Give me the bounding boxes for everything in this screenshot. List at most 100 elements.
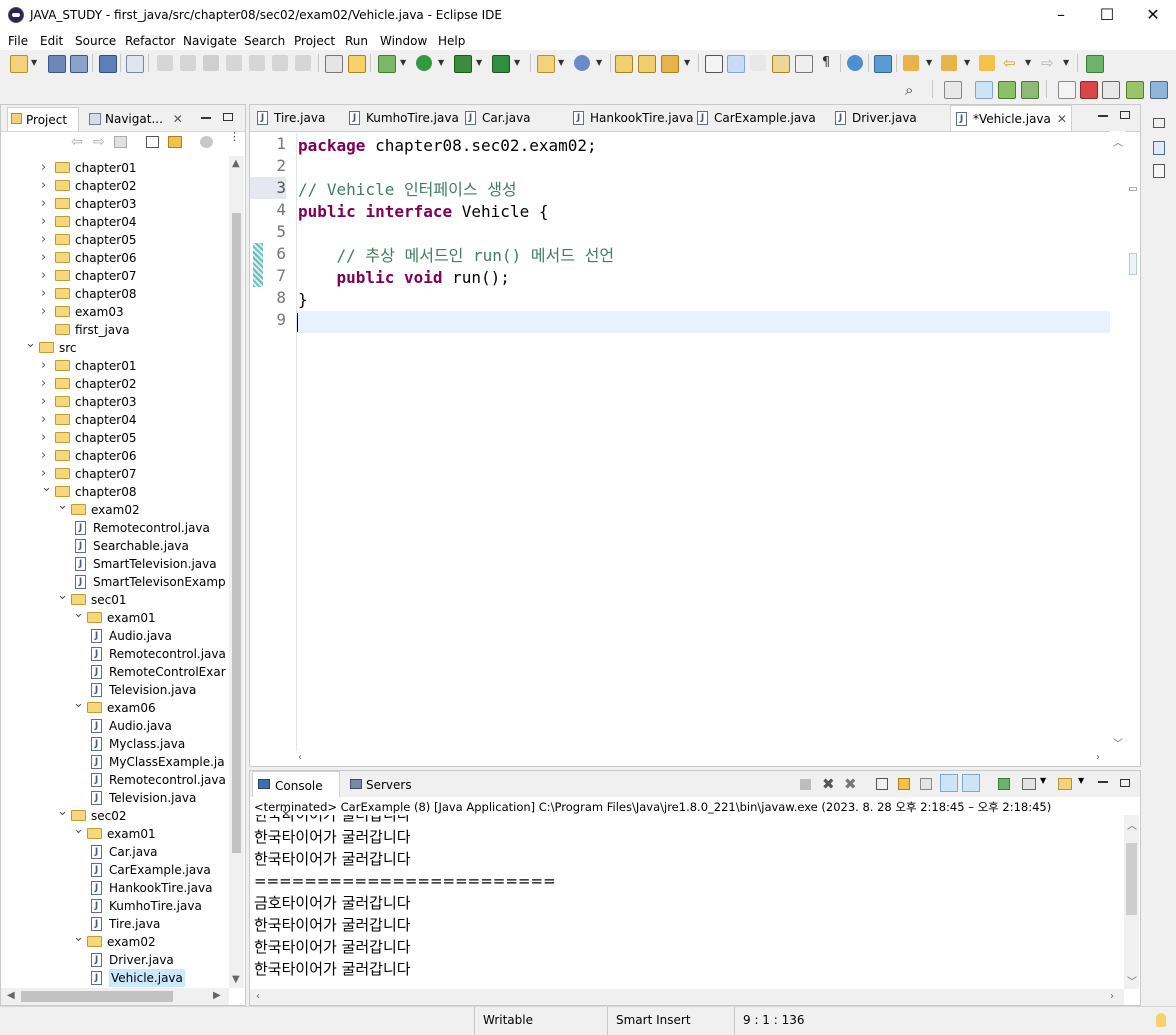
tree-file-item[interactable]: J Vehicle.java (1, 969, 229, 987)
forward-arrow-icon[interactable]: ⇨ (1041, 55, 1057, 71)
collapse-chevron-icon[interactable]: ⌄ (57, 803, 68, 821)
new-java-project-dropdown-icon[interactable]: ▼ (558, 55, 566, 71)
expand-chevron-icon[interactable]: › (41, 429, 51, 447)
minimize-button[interactable]: – (1038, 0, 1084, 30)
collapse-chevron-icon[interactable]: ⌄ (57, 497, 68, 515)
expand-chevron-icon[interactable]: › (41, 195, 51, 213)
menu-refactor[interactable]: Refactor (125, 33, 175, 49)
save-all-icon[interactable] (70, 55, 88, 73)
collapse-chevron-icon[interactable]: ⌄ (73, 695, 84, 713)
scroll-down-icon[interactable]: ▼ (232, 974, 240, 985)
overview-marker[interactable] (1129, 187, 1137, 191)
run-dropdown-icon[interactable]: ▼ (438, 55, 446, 71)
tree-file-item[interactable]: J Tire.java (1, 915, 229, 933)
problems-icon[interactable] (1126, 81, 1144, 99)
new-java-project-icon[interactable] (537, 55, 555, 73)
close-icon[interactable]: ✕ (173, 112, 183, 126)
menu-project[interactable]: Project (294, 33, 335, 49)
editor-tab[interactable]: J *Vehicle.java ✕ (950, 105, 1072, 131)
show-on-stderr-icon[interactable] (962, 774, 980, 792)
toggle-highlight-icon[interactable] (727, 55, 745, 73)
search-toolbar-icon[interactable] (661, 55, 679, 73)
show-on-stdout-icon[interactable] (940, 774, 958, 792)
close-button[interactable]: ✕ (1130, 0, 1176, 30)
minimize-view-icon[interactable] (201, 117, 211, 119)
open-type-icon[interactable] (615, 55, 633, 73)
tree-file-item[interactable]: J RemoteControlExar (1, 663, 229, 681)
collapse-all-icon[interactable] (146, 136, 159, 148)
scroll-right-icon[interactable]: › (1110, 991, 1114, 1002)
overview-thumb[interactable] (1129, 253, 1137, 275)
tree-folder-item[interactable]: › chapter05 (1, 231, 229, 249)
menu-run[interactable]: Run (345, 33, 368, 49)
expand-chevron-icon[interactable]: › (41, 267, 51, 285)
tree-file-item[interactable]: J CarExample.java (1, 861, 229, 879)
expand-chevron-icon[interactable]: › (41, 231, 51, 249)
expand-chevron-icon[interactable]: › (41, 393, 51, 411)
scroll-up-icon[interactable]: ︿ (1127, 817, 1137, 832)
minimize-console-icon[interactable] (1098, 781, 1108, 783)
expand-chevron-icon[interactable]: › (41, 213, 51, 231)
menu-window[interactable]: Window (380, 33, 427, 49)
maximize-view-icon[interactable] (223, 113, 233, 121)
next-annotation-icon[interactable] (903, 55, 919, 71)
code-line[interactable]: public interface Vehicle { (297, 201, 1110, 223)
tree-folder-item[interactable]: ⌄ sec01 (1, 588, 229, 609)
scroll-left-icon[interactable]: ◀ (7, 990, 15, 1001)
minimize-editor-icon[interactable] (1098, 115, 1108, 117)
collapse-chevron-icon[interactable]: ⌄ (73, 821, 84, 839)
tree-file-item[interactable]: J Remotecontrol.java (1, 519, 229, 537)
code-line[interactable] (297, 311, 1110, 333)
external-tools-icon[interactable] (492, 55, 510, 73)
tree-folder-item[interactable]: ⌄ chapter08 (1, 480, 229, 501)
menu-file[interactable]: File (8, 33, 28, 49)
tree-file-item[interactable]: J Car.java (1, 843, 229, 861)
tree-file-item[interactable]: J Television.java (1, 681, 229, 699)
forward-dropdown-icon[interactable]: ▼ (1063, 55, 1071, 71)
back-arrow-icon[interactable]: ⇦ (1003, 55, 1019, 71)
tree-folder-item[interactable]: › chapter06 (1, 447, 229, 465)
collapse-chevron-icon[interactable]: ⌄ (73, 929, 84, 947)
collapse-chevron-icon[interactable]: ⌄ (57, 587, 68, 605)
java-perspective-icon[interactable] (975, 81, 993, 99)
scroll-down-icon[interactable]: ﹀ (1127, 973, 1137, 988)
tree-folder-item[interactable]: ⌄ exam02 (1, 930, 229, 951)
tree-file-item[interactable]: J Audio.java (1, 627, 229, 645)
task-view-icon[interactable] (1153, 164, 1165, 178)
code-line[interactable] (297, 157, 1110, 179)
code-line[interactable]: // 추상 메서드인 run() 메서드 선언 (297, 245, 1110, 267)
code-line[interactable]: } (297, 289, 1110, 311)
tree-scroll-thumb[interactable] (232, 213, 241, 853)
coverage-icon[interactable] (454, 55, 472, 73)
tree-file-item[interactable]: J Driver.java (1, 951, 229, 969)
outline-icon[interactable] (1102, 81, 1120, 99)
tree-file-item[interactable]: J SmartTelevisonExamp (1, 573, 229, 591)
display-console-dropdown-icon[interactable]: ▼ (1040, 776, 1046, 785)
code-line[interactable]: // Vehicle 인터페이스 생성 (297, 179, 1110, 201)
new-dropdown-icon[interactable]: ▼ (31, 55, 39, 71)
tree-hscroll-thumb[interactable] (21, 991, 173, 1002)
outline-view-icon[interactable] (1153, 141, 1165, 155)
remove-launch-icon[interactable]: ✖ (822, 775, 835, 793)
link-editor-icon[interactable] (874, 55, 892, 73)
search-dropdown-icon[interactable]: ▼ (684, 55, 692, 71)
close-icon[interactable]: ✕ (1057, 112, 1067, 126)
tree-horizontal-scrollbar[interactable]: ◀ ▶ (1, 988, 229, 1005)
expand-chevron-icon[interactable]: › (41, 411, 51, 429)
debug-dropdown-icon[interactable]: ▼ (400, 55, 408, 71)
tab-project-explorer[interactable]: Project ... (7, 107, 79, 151)
tree-file-item[interactable]: J KumhoTire.java (1, 897, 229, 915)
globe-icon[interactable] (847, 55, 863, 71)
new-java-class-dropdown-icon[interactable]: ▼ (596, 55, 604, 71)
expand-chevron-icon[interactable]: › (41, 447, 51, 465)
console-scroll-thumb[interactable] (1126, 843, 1137, 915)
open-perspective-icon[interactable] (944, 81, 962, 99)
console-output[interactable]: 한국타이어가 굴러갑니다 한국타이어가 굴러갑니다 한국타이어가 굴러갑니다 ====… (250, 815, 1124, 989)
last-edit-location-icon[interactable] (979, 55, 995, 71)
tree-folder-item[interactable]: › chapter03 (1, 393, 229, 411)
tree-file-item[interactable]: J Television.java (1, 789, 229, 807)
tree-file-item[interactable]: J Audio.java (1, 717, 229, 735)
tree-folder-item[interactable]: › chapter02 (1, 177, 229, 195)
previous-annotation-icon[interactable] (941, 55, 957, 71)
editor-tab[interactable]: J KumhoTire.java (344, 105, 459, 131)
